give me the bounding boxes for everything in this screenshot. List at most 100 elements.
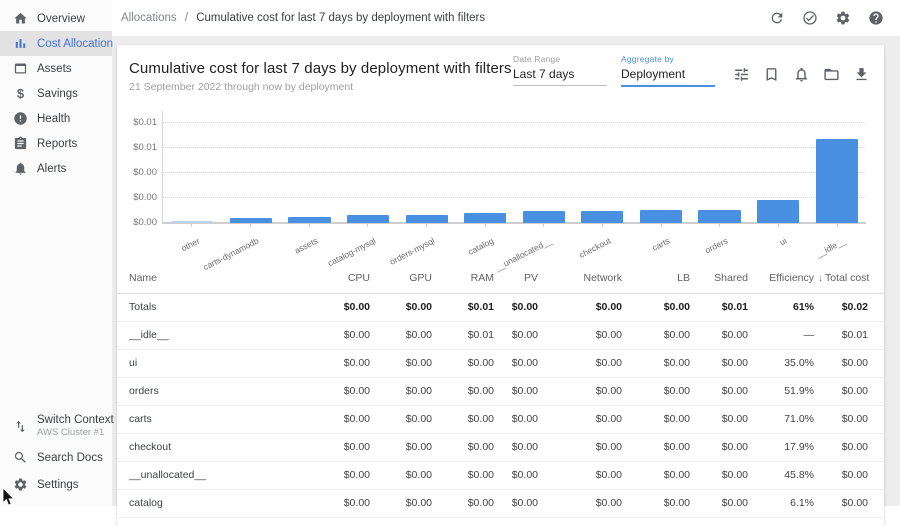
column-header-network[interactable]: Network [540,263,624,293]
row-name: carts [117,405,308,433]
check-circle-icon[interactable] [802,10,818,26]
sidebar-item-label: Reports [37,138,77,150]
column-header-gpu[interactable]: GPU [372,263,434,293]
cell-pv: $0.00 [496,461,540,489]
bookmark-icon[interactable] [763,66,780,83]
report-header: Cumulative cost for last 7 days by deplo… [117,45,884,109]
cell-gpu: $0.00 [372,321,434,349]
date-range-value[interactable]: Last 7 days [513,64,607,86]
column-header-total-cost[interactable]: ↓Total cost [816,263,884,293]
aggregate-select[interactable]: Aggregate by Deployment [621,54,715,87]
bell-outline-icon[interactable] [793,66,810,83]
table-row--idle-[interactable]: __idle__$0.00$0.00$0.01$0.00$0.00$0.00$0… [117,321,884,349]
cell-total-cost: $0.00 [816,405,884,433]
bar-orders[interactable] [698,210,740,223]
cell-ram: $0.00 [434,377,496,405]
table-row--unallocated-[interactable]: __unallocated__$0.00$0.00$0.00$0.00$0.00… [117,461,884,489]
sort-descending-icon: ↓ [818,273,823,284]
bar-catalog-mysql[interactable] [347,215,389,223]
folder-icon[interactable] [823,66,840,83]
cell-network: $0.00 [540,377,624,405]
bar-carts[interactable] [640,210,682,223]
cell-efficiency: 71.0% [750,405,816,433]
bar-__unallocated__[interactable] [523,211,565,223]
overview-icon [13,11,28,26]
chart-x-tick [426,223,427,227]
cell-efficiency: 17.9% [750,433,816,461]
table-row-carts[interactable]: carts$0.00$0.00$0.00$0.00$0.00$0.00$0.00… [117,405,884,433]
table-row-ui[interactable]: ui$0.00$0.00$0.00$0.00$0.00$0.00$0.0035.… [117,349,884,377]
column-header-shared[interactable]: Shared [692,263,750,293]
chart-x-tick [837,223,838,227]
settings-icon[interactable] [835,10,851,26]
cell-network: $0.00 [540,349,624,377]
row-name: orders [117,377,308,405]
sidebar-nav: Overview Cost Allocation Assets $ Savings… [0,0,112,181]
cell-total-cost: $0.00 [816,349,884,377]
bar-checkout[interactable] [581,211,623,223]
cell-lb: $0.00 [624,321,692,349]
tune-icon[interactable] [733,66,750,83]
cell-shared: $0.00 [692,349,750,377]
sidebar-item-overview[interactable]: Overview [0,6,112,31]
cell-gpu: $0.00 [372,489,434,517]
refresh-icon-glyph [769,10,785,26]
chart-x-tick [602,223,603,227]
cell-efficiency: 35.0% [750,349,816,377]
column-header-ram[interactable]: RAM [434,263,496,293]
sidebar-footer-switch-context[interactable]: Switch Context AWS Cluster #1 [0,408,112,444]
chart-x-tick [543,223,544,227]
sidebar-item-label: Alerts [37,163,66,175]
cell-shared: $0.00 [692,433,750,461]
row-name: ui [117,349,308,377]
sidebar-item-savings[interactable]: $ Savings [0,81,112,106]
chart-y-tick-label: $0.00 [133,192,157,203]
main-area: Cumulative cost for last 7 days by deplo… [112,36,900,506]
breadcrumb-section[interactable]: Allocations [121,12,177,24]
chart-x-label-ui: ui [778,236,788,248]
sidebar-footer-search-docs[interactable]: Search Docs [0,444,112,471]
cell-gpu: $0.00 [372,433,434,461]
tune-icon-glyph [733,66,750,83]
cell-shared: $0.00 [692,405,750,433]
sidebar-item-label: Assets [37,63,72,75]
chart-x-label-other: other [180,236,202,254]
sidebar-item-health[interactable]: Health [0,106,112,131]
report-controls: Date Range Last 7 days Aggregate by Depl… [513,54,870,87]
date-range-select[interactable]: Date Range Last 7 days [513,54,607,86]
table-row-catalog[interactable]: catalog$0.00$0.00$0.00$0.00$0.00$0.00$0.… [117,489,884,517]
bar-ui[interactable] [757,200,799,223]
settings-icon-glyph [835,10,851,26]
sidebar-item-cost-allocation[interactable]: Cost Allocation [0,31,112,56]
switch-context-icon [13,419,28,434]
aggregate-value[interactable]: Deployment [621,64,715,87]
chart-gridline [163,172,866,173]
refresh-icon[interactable] [769,10,785,26]
sidebar-item-reports[interactable]: Reports [0,131,112,156]
sidebar-footer-settings[interactable]: Settings [0,471,112,498]
column-header-cpu[interactable]: CPU [308,263,372,293]
chart-gridline [163,122,866,123]
table-row-totals[interactable]: Totals$0.00$0.00$0.01$0.00$0.00$0.00$0.0… [117,293,884,321]
cell-network: $0.00 [540,489,624,517]
cell-total-cost: $0.00 [816,433,884,461]
chart-x-label-checkout: checkout [577,236,612,260]
column-header-efficiency[interactable]: Efficiency [750,263,816,293]
table-row-orders[interactable]: orders$0.00$0.00$0.00$0.00$0.00$0.00$0.0… [117,377,884,405]
cell-gpu: $0.00 [372,377,434,405]
allocation-table: NameCPUGPURAMPVNetworkLBSharedEfficiency… [117,263,884,518]
cell-cpu: $0.00 [308,293,372,321]
bar-orders-mysql[interactable] [406,215,448,223]
cell-network: $0.00 [540,321,624,349]
sidebar-item-alerts[interactable]: Alerts [0,156,112,181]
column-header-lb[interactable]: LB [624,263,692,293]
sidebar-item-assets[interactable]: Assets [0,56,112,81]
bar-catalog[interactable] [464,213,506,223]
bar-__idle__[interactable] [816,139,858,223]
cell-cpu: $0.00 [308,349,372,377]
table-row-checkout[interactable]: checkout$0.00$0.00$0.00$0.00$0.00$0.00$0… [117,433,884,461]
download-icon[interactable] [853,66,870,83]
chart-x-tick [485,223,486,227]
help-icon[interactable] [868,10,884,26]
cell-efficiency: — [750,321,816,349]
